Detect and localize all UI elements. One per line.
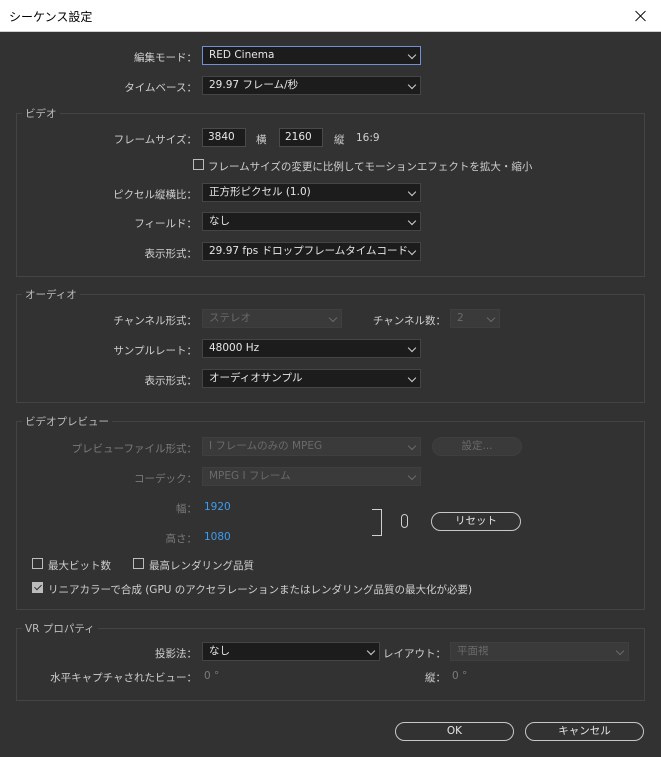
preview-width-value[interactable]: 1920 xyxy=(204,501,231,513)
scale-motion-label: フレームサイズの変更に比例してモーションエフェクトを拡大・縮小 xyxy=(208,161,533,173)
codec-select[interactable]: MPEG I フレーム xyxy=(202,467,421,486)
layout-select[interactable]: 平面視 xyxy=(450,642,629,661)
timebase-label: タイムベース： xyxy=(124,82,197,94)
channel-format-select[interactable]: ステレオ xyxy=(202,309,342,328)
chevron-down-icon xyxy=(407,216,417,226)
sample-rate-value: 48000 Hz xyxy=(209,342,260,354)
frame-size-label: フレームサイズ： xyxy=(113,134,197,146)
chevron-down-icon xyxy=(615,646,625,656)
video-preview-group-title: ビデオプレビュー xyxy=(22,414,112,429)
preview-width-label: 幅： xyxy=(176,503,197,515)
video-display-format-select[interactable]: 29.97 fps ドロップフレームタイムコード xyxy=(202,242,421,261)
chevron-down-icon xyxy=(407,50,417,60)
sample-rate-label: サンプルレート： xyxy=(113,345,197,357)
video-group-title: ビデオ xyxy=(22,106,60,121)
pixel-aspect-label: ピクセル縦横比： xyxy=(113,189,197,201)
preview-settings-button[interactable]: 設定... xyxy=(432,437,522,456)
max-render-quality-checkbox[interactable] xyxy=(133,558,144,569)
scale-motion-checkbox[interactable] xyxy=(193,159,204,170)
chevron-down-icon xyxy=(486,313,496,323)
ok-button[interactable]: OK xyxy=(395,722,514,741)
video-display-format-label: 表示形式： xyxy=(144,248,198,260)
edit-mode-label: 編集モード： xyxy=(134,52,197,64)
horizontal-view-label: 水平キャプチャされたビュー： xyxy=(50,672,197,684)
projection-value: なし xyxy=(209,645,230,657)
channel-format-label: チャンネル形式： xyxy=(113,315,197,327)
chevron-down-icon xyxy=(407,373,417,383)
vr-group-title: VR プロパティ xyxy=(22,621,98,636)
channel-count-value: 2 xyxy=(457,312,464,324)
channel-count-select[interactable]: 2 xyxy=(450,309,500,328)
reset-button[interactable]: リセット xyxy=(431,512,521,531)
layout-label: レイアウト： xyxy=(383,648,446,660)
chevron-down-icon xyxy=(407,471,417,481)
link-icon[interactable] xyxy=(401,514,408,528)
pixel-aspect-value: 正方形ピクセル (1.0) xyxy=(209,186,311,198)
channel-format-value: ステレオ xyxy=(209,312,251,324)
linear-color-checkbox[interactable] xyxy=(32,582,43,593)
frame-height-unit: 縦 xyxy=(334,134,345,146)
audio-display-format-value: オーディオサンプル xyxy=(209,372,303,384)
codec-value: MPEG I フレーム xyxy=(209,470,291,482)
projection-select[interactable]: なし xyxy=(202,642,380,661)
timebase-value: 29.97 フレーム/秒 xyxy=(209,79,299,91)
vr-group xyxy=(16,628,645,701)
chevron-down-icon xyxy=(366,646,376,656)
timebase-select[interactable]: 29.97 フレーム/秒 xyxy=(202,76,421,95)
chevron-down-icon xyxy=(407,441,417,451)
vertical-label: 縦： xyxy=(425,672,446,684)
chevron-down-icon xyxy=(407,343,417,353)
frame-width-unit: 横 xyxy=(256,134,267,146)
horizontal-view-value[interactable]: 0 ° xyxy=(204,670,219,682)
codec-label: コーデック： xyxy=(134,473,197,485)
frame-width-input[interactable]: 3840 xyxy=(202,128,246,147)
close-icon[interactable] xyxy=(621,0,661,31)
edit-mode-value: RED Cinema xyxy=(209,49,275,61)
preview-file-format-label: プレビューファイル形式： xyxy=(71,443,197,455)
title-bar: シーケンス設定 xyxy=(0,0,661,32)
layout-value: 平面視 xyxy=(457,645,489,657)
max-bit-depth-label: 最大ビット数 xyxy=(48,560,111,572)
field-select[interactable]: なし xyxy=(202,212,421,231)
cancel-button[interactable]: キャンセル xyxy=(525,722,644,741)
audio-display-format-select[interactable]: オーディオサンプル xyxy=(202,369,421,388)
sample-rate-select[interactable]: 48000 Hz xyxy=(202,339,421,358)
preview-height-label: 高さ： xyxy=(165,533,198,545)
preview-file-format-select[interactable]: I フレームのみの MPEG xyxy=(202,437,421,456)
channel-count-label: チャンネル数： xyxy=(372,315,446,327)
dimension-bracket xyxy=(372,509,382,536)
edit-mode-select[interactable]: RED Cinema xyxy=(202,46,421,65)
preview-file-format-value: I フレームのみの MPEG xyxy=(209,440,323,452)
linear-color-label: リニアカラーで合成 (GPU のアクセラレーションまたはレンダリング品質の最大化… xyxy=(48,584,473,596)
video-display-format-value: 29.97 fps ドロップフレームタイムコード xyxy=(209,245,409,257)
frame-aspect: 16:9 xyxy=(356,132,380,144)
chevron-down-icon xyxy=(407,246,417,256)
preview-height-value[interactable]: 1080 xyxy=(204,531,231,543)
window-title: シーケンス設定 xyxy=(9,10,93,24)
frame-height-input[interactable]: 2160 xyxy=(279,128,323,147)
chevron-down-icon xyxy=(328,313,338,323)
audio-display-format-label: 表示形式： xyxy=(144,375,198,387)
pixel-aspect-select[interactable]: 正方形ピクセル (1.0) xyxy=(202,183,421,202)
max-render-quality-label: 最高レンダリング品質 xyxy=(149,560,254,572)
field-value: なし xyxy=(209,215,230,227)
vertical-value[interactable]: 0 ° xyxy=(452,670,467,682)
field-label: フィールド： xyxy=(134,218,197,230)
chevron-down-icon xyxy=(407,80,417,90)
chevron-down-icon xyxy=(407,187,417,197)
max-bit-depth-checkbox[interactable] xyxy=(32,558,43,569)
projection-label: 投影法： xyxy=(155,648,197,660)
audio-group-title: オーディオ xyxy=(22,287,80,302)
